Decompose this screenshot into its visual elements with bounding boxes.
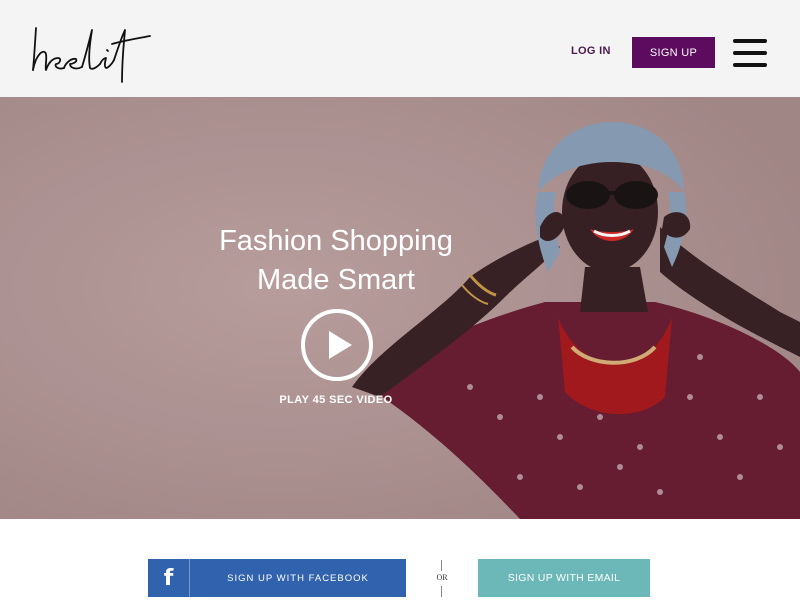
play-video-link[interactable]: PLAY 45 SEC VIDEO [236,394,436,406]
site-header: LOG IN SIGN UP [0,0,800,97]
signup-email-button[interactable]: SIGN UP WITH EMAIL [478,559,650,597]
headline-line-2: Made Smart [257,264,415,296]
logo-script-mark [32,27,151,83]
hero-section: Fashion Shopping Made Smart PLAY 45 SEC … [0,97,800,519]
hero-headline: Fashion Shopping Made Smart [186,222,486,300]
menu-bar [733,51,767,55]
or-divider-line [441,586,442,597]
menu-bar [733,63,767,67]
heelit-logo[interactable] [30,24,154,86]
play-icon[interactable] [300,308,374,382]
hero-model-image [0,97,800,519]
signup-facebook-button[interactable]: f SIGN UP WITH FACEBOOK [148,559,406,597]
or-separator: OR [436,573,448,582]
facebook-icon: f [148,559,190,597]
or-divider-line [441,560,442,571]
login-link[interactable]: LOG IN [571,45,611,57]
hamburger-menu-icon[interactable] [733,37,769,69]
headline-line-1: Fashion Shopping [219,225,453,257]
facebook-button-label: SIGN UP WITH FACEBOOK [227,572,369,584]
signup-button[interactable]: SIGN UP [632,37,715,68]
menu-bar [733,39,767,43]
